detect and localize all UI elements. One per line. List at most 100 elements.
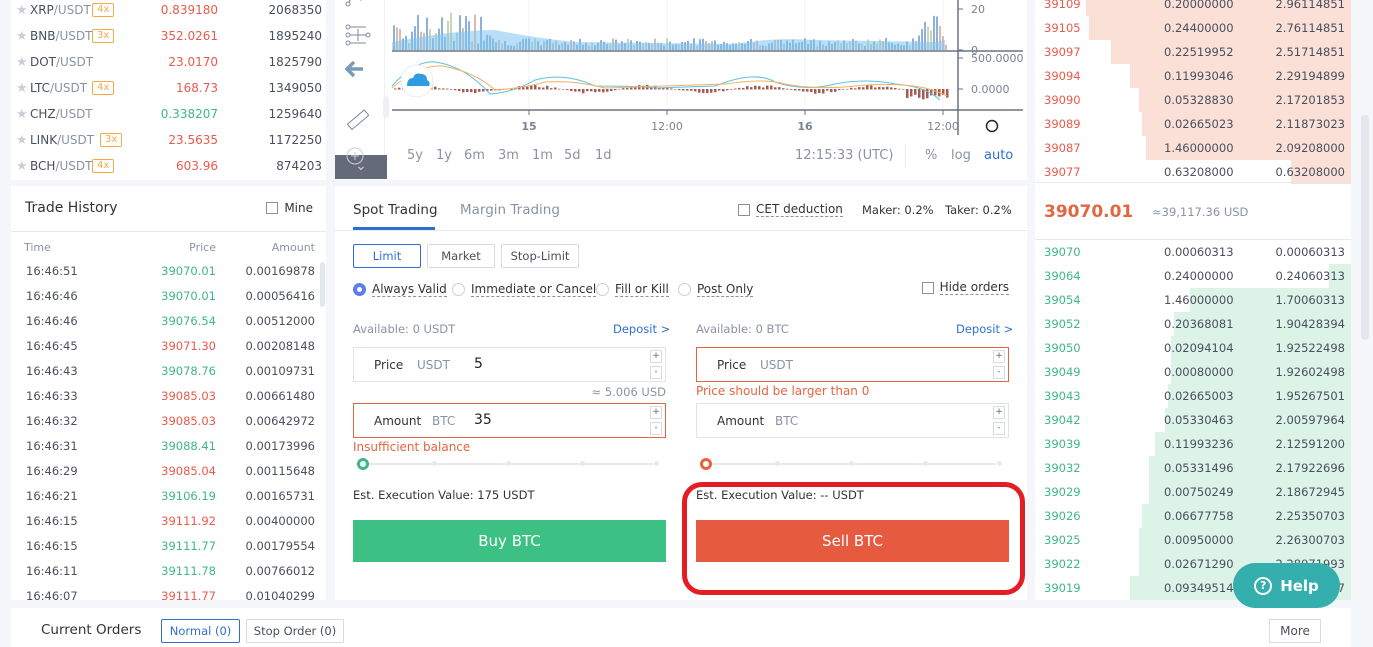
slider-tick[interactable]	[432, 461, 437, 466]
cet-checkbox-box[interactable]	[738, 203, 750, 216]
ask-row[interactable]: 39077 0.63208000 0.63208000	[1035, 160, 1351, 184]
ask-row[interactable]: 39094 0.11993046 2.29194899	[1035, 64, 1351, 88]
market-row[interactable]: ★ LINK/USDT 3x 23.5635 1172250	[11, 127, 326, 153]
sell-amount-slider[interactable]	[700, 458, 1002, 470]
market-row[interactable]: ★ CHZ/USDT 0.338207 1259640	[11, 101, 326, 127]
bid-row[interactable]: 39029 0.00750249 2.18672945	[1035, 480, 1351, 504]
star-icon[interactable]: ★	[16, 107, 28, 122]
scale-auto[interactable]: auto	[984, 148, 1013, 163]
range-5d[interactable]: 5d	[564, 148, 581, 163]
buy-amount-decrement[interactable]: -	[650, 422, 662, 435]
market-row[interactable]: ★ LTC/USDT 4x 168.73 1349050	[11, 75, 326, 101]
market-row[interactable]: ★ XRP/USDT 4x 0.839180 2068350	[11, 0, 326, 23]
star-icon[interactable]: ★	[16, 159, 28, 174]
buy-btc-button[interactable]: Buy BTC	[353, 520, 666, 562]
scale-log[interactable]: log	[951, 148, 971, 163]
zoom-in-icon[interactable]	[345, 146, 375, 174]
sell-price-increment[interactable]: +	[993, 350, 1005, 363]
sell-deposit-link[interactable]: Deposit >	[956, 322, 1013, 336]
slider-tick[interactable]	[849, 461, 854, 466]
sell-amount-decrement[interactable]: -	[993, 422, 1005, 435]
star-icon[interactable]: ★	[16, 3, 28, 18]
help-button[interactable]: ? Help	[1233, 563, 1340, 608]
more-button[interactable]: More	[1269, 619, 1321, 643]
bid-row[interactable]: 39032 0.05331496 2.17922696	[1035, 456, 1351, 480]
buy-price-value[interactable]: 5	[474, 356, 483, 372]
range-1m[interactable]: 1m	[532, 148, 553, 163]
bid-row[interactable]: 39049 0.00080000 1.92602498	[1035, 360, 1351, 384]
hide-orders-checkbox[interactable]: Hide orders	[921, 280, 1009, 295]
tab-spot-trading[interactable]: Spot Trading	[353, 202, 438, 218]
tab-margin-trading[interactable]: Margin Trading	[460, 202, 560, 218]
mine-checkbox[interactable]: Mine	[266, 201, 313, 215]
slider-tick[interactable]	[923, 461, 928, 466]
star-icon[interactable]: ★	[16, 81, 28, 96]
sell-price-input[interactable]: Price USDT + -	[696, 347, 1009, 382]
bid-row[interactable]: 39025 0.00950000 2.26300703	[1035, 528, 1351, 552]
bid-row[interactable]: 39070 0.00060313 0.00060313	[1035, 240, 1351, 264]
radio-immediate-or-cancel[interactable]: Immediate or Cancel	[452, 282, 597, 297]
slider-tick[interactable]	[775, 461, 780, 466]
bid-row[interactable]: 39039 0.11993236 2.12591200	[1035, 432, 1351, 456]
page-scrollbar[interactable]	[1361, 115, 1369, 340]
ask-row[interactable]: 39109 0.20000000 2.96114851	[1035, 0, 1351, 16]
bid-row[interactable]: 39026 0.06677758 2.25350703	[1035, 504, 1351, 528]
slider-tick[interactable]	[506, 461, 511, 466]
radio-fill-or-kill[interactable]: Fill or Kill	[596, 282, 669, 297]
range-3m[interactable]: 3m	[498, 148, 519, 163]
star-icon[interactable]: ★	[16, 133, 28, 148]
tab-stop-orders[interactable]: Stop Order (0)	[246, 619, 344, 643]
radio-post-only[interactable]: Post Only	[678, 282, 754, 297]
range-1y[interactable]: 1y	[436, 148, 452, 163]
settings-gear-icon[interactable]	[985, 119, 999, 133]
market-row[interactable]: ★ BCH/USDT 4x 603.96 874203	[11, 153, 326, 179]
radio-dot[interactable]	[678, 283, 691, 296]
bid-row[interactable]: 39042 0.05330463 2.00597964	[1035, 408, 1351, 432]
scale-percent[interactable]: %	[925, 148, 937, 163]
radio-dot[interactable]	[596, 283, 609, 296]
buy-price-decrement[interactable]: -	[650, 366, 662, 379]
tab-normal-orders[interactable]: Normal (0)	[161, 619, 240, 643]
bid-row[interactable]: 39043 0.02665003 1.95267501	[1035, 384, 1351, 408]
bid-row[interactable]: 39054 1.46000000 1.70060313	[1035, 288, 1351, 312]
slider-tick[interactable]	[580, 461, 585, 466]
buy-amount-input[interactable]: Amount BTC 35 + -	[353, 403, 666, 438]
ask-row[interactable]: 39090 0.05328830 2.17201853	[1035, 88, 1351, 112]
hide-orders-box[interactable]	[921, 281, 934, 294]
sell-price-decrement[interactable]: -	[993, 366, 1005, 379]
market-row[interactable]: ★ BNB/USDT 3x 352.0261 1895240	[11, 23, 326, 49]
cet-deduction-checkbox[interactable]: CET deduction	[738, 202, 843, 217]
mine-checkbox-box[interactable]	[266, 202, 279, 214]
star-icon[interactable]: ★	[16, 29, 28, 44]
bid-row[interactable]: 39052 0.20368081 1.90428394	[1035, 312, 1351, 336]
range-1d[interactable]: 1d	[595, 148, 612, 163]
slider-tick[interactable]	[997, 461, 1002, 466]
market-row[interactable]: ★ DOT/USDT 23.0170 1825790	[11, 49, 326, 75]
radio-dot[interactable]	[452, 283, 465, 296]
buy-amount-slider[interactable]	[357, 458, 659, 470]
buy-amount-value[interactable]: 35	[474, 412, 492, 428]
range-5y[interactable]: 5y	[407, 148, 423, 163]
bid-row[interactable]: 39064 0.24000000 0.24060313	[1035, 264, 1351, 288]
bid-row[interactable]: 39050 0.02094104 1.92522498	[1035, 336, 1351, 360]
order-type-stop-limit[interactable]: Stop-Limit	[501, 244, 579, 268]
sell-slider-handle[interactable]	[700, 458, 712, 470]
radio-always-valid[interactable]: Always Valid	[353, 282, 447, 297]
star-icon[interactable]: ★	[16, 55, 28, 70]
sell-amount-input[interactable]: Amount BTC + -	[696, 403, 1009, 438]
trade-history-scrollbar[interactable]	[320, 262, 325, 307]
ask-row[interactable]: 39089 0.02665023 2.11873023	[1035, 112, 1351, 136]
ask-row[interactable]: 39087 1.46000000 2.09208000	[1035, 136, 1351, 160]
order-type-market[interactable]: Market	[427, 244, 495, 268]
radio-dot[interactable]	[353, 283, 366, 296]
buy-price-input[interactable]: Price USDT 5 + -	[353, 347, 666, 382]
buy-slider-handle[interactable]	[357, 458, 369, 470]
buy-deposit-link[interactable]: Deposit >	[613, 322, 670, 336]
order-type-limit[interactable]: Limit	[353, 244, 421, 268]
slider-tick[interactable]	[654, 461, 659, 466]
buy-price-increment[interactable]: +	[650, 350, 662, 363]
range-6m[interactable]: 6m	[464, 148, 485, 163]
sell-amount-increment[interactable]: +	[993, 406, 1005, 419]
ask-row[interactable]: 39097 0.22519952 2.51714851	[1035, 40, 1351, 64]
ask-row[interactable]: 39105 0.24400000 2.76114851	[1035, 16, 1351, 40]
